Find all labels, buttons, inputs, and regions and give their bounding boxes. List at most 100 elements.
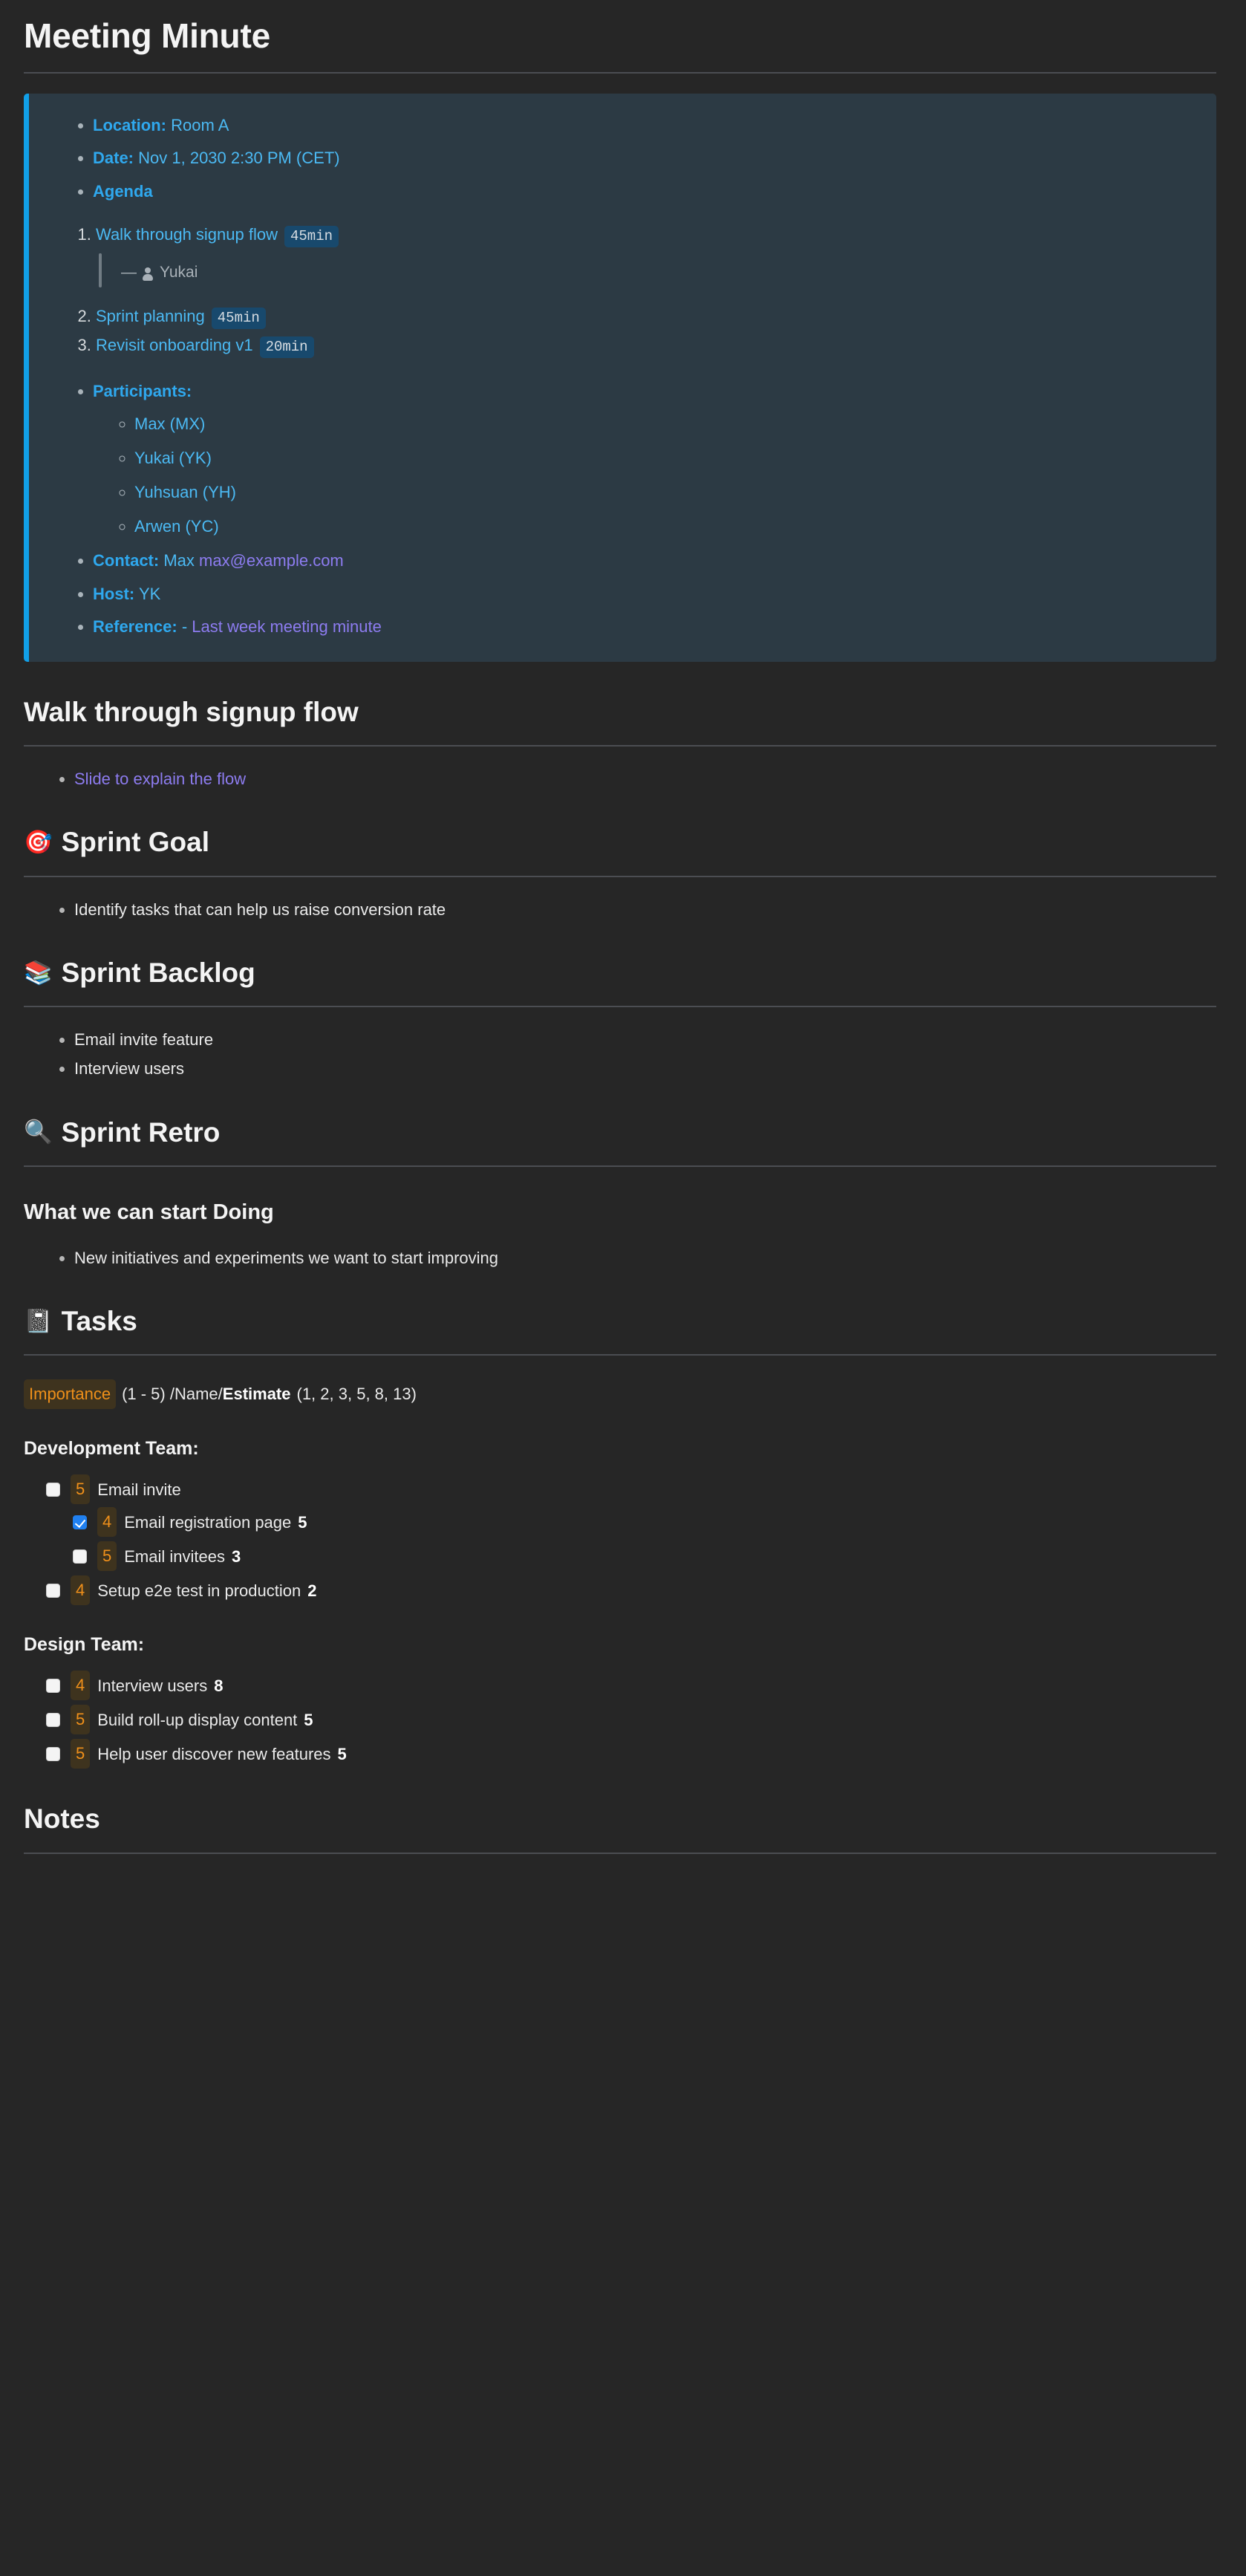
section-divider	[24, 1165, 1216, 1168]
task-row[interactable]: 5 Help user discover new features 5	[46, 1739, 1222, 1769]
participant-name: Yukai (YK)	[134, 449, 212, 468]
agenda-item-note: — Yukai	[96, 253, 1191, 288]
reference-label: Reference:	[93, 617, 177, 636]
development-team-task-list: 5 Email invite 4 Email registration page…	[24, 1474, 1222, 1606]
task-importance-badge: 4	[71, 1575, 91, 1606]
task-checkbox[interactable]	[46, 1678, 60, 1693]
task-name: Interview users	[97, 1676, 208, 1695]
agenda-duration-badge: 45min	[284, 225, 339, 247]
task-importance-badge: 5	[71, 1739, 91, 1769]
agenda-list: Walk through signup flow 45min — Yukai Sp…	[54, 222, 1191, 358]
agenda-item-title: Walk through signup flow	[96, 224, 278, 244]
reference-dash: -	[181, 617, 188, 636]
task-importance-badge: 5	[71, 1705, 91, 1735]
walkthrough-heading-text: Walk through signup flow	[24, 696, 359, 727]
host-row: Host: YK	[93, 582, 1191, 607]
task-importance-badge: 5	[71, 1474, 91, 1505]
agenda-item-title: Sprint planning	[96, 307, 205, 326]
agenda-item[interactable]: Sprint planning 45min	[96, 304, 1191, 330]
task-item: 5 Email invitees 3	[73, 1541, 1222, 1572]
participants-list: Max (MX) Yukai (YK) Yuhsuan (YH) Arwen (…	[93, 412, 1191, 539]
section-divider	[24, 1354, 1216, 1356]
section-heading-sprint-goal: 🎯 Sprint Goal	[24, 826, 1222, 859]
task-name: Email invitees	[124, 1546, 225, 1566]
agenda-item[interactable]: Walk through signup flow 45min — Yukai	[96, 222, 1191, 301]
host-label: Host:	[93, 584, 135, 603]
list-item: New initiatives and experiments we want …	[74, 1245, 1222, 1271]
agenda-duration-badge: 45min	[211, 308, 266, 330]
agenda-duration-badge: 20min	[259, 336, 314, 358]
participant-item: Arwen (YC)	[134, 514, 1191, 539]
subsection-heading-start-doing: What we can start Doing	[24, 1200, 274, 1225]
person-icon	[142, 267, 154, 282]
participant-item: Yukai (YK)	[134, 446, 1191, 471]
contact-email-link[interactable]: max@example.com	[199, 551, 344, 570]
document-page: Meeting Minute Location: Room A Date: No…	[0, 16, 1246, 1884]
task-item: 5 Help user discover new features 5	[46, 1739, 1222, 1769]
team-heading-design: Design Team:	[24, 1634, 145, 1656]
task-estimate: 2	[307, 1581, 317, 1600]
task-row[interactable]: 5 Email invite	[46, 1474, 1222, 1505]
location-value: Room A	[171, 116, 229, 135]
participant-name: Yuhsuan (YH)	[134, 483, 236, 502]
task-checkbox[interactable]	[73, 1549, 87, 1564]
section-heading-tasks: 📓 Tasks	[24, 1305, 1222, 1338]
agenda-item[interactable]: Revisit onboarding v1 20min	[96, 333, 1191, 358]
name-legend-label: Name	[174, 1385, 218, 1404]
walkthrough-list: Slide to explain the flow	[24, 766, 1222, 792]
task-row[interactable]: 5 Build roll-up display content 5	[46, 1705, 1222, 1735]
list-item: Email invite feature	[74, 1027, 1222, 1053]
task-checkbox[interactable]	[46, 1712, 60, 1727]
task-item: 4 Email registration page 5	[73, 1507, 1222, 1538]
note-spacer	[96, 287, 1191, 301]
contact-label: Contact:	[93, 551, 160, 570]
section-divider	[24, 745, 1216, 747]
task-checkbox[interactable]	[46, 1482, 60, 1497]
task-row[interactable]: 4 Setup e2e test in production 2	[46, 1575, 1222, 1606]
host-value: YK	[138, 584, 161, 603]
task-item: 4 Interview users 8	[46, 1671, 1222, 1701]
note-dash: —	[121, 264, 137, 282]
agenda-label: Agenda	[93, 181, 153, 201]
participant-name: Arwen (YC)	[134, 517, 219, 536]
reference-link[interactable]: Last week meeting minute	[192, 617, 382, 636]
info-agenda: Agenda	[93, 179, 1191, 204]
note-person-name: Yukai	[160, 264, 198, 282]
task-importance-badge: 5	[97, 1541, 117, 1572]
agenda-item-title: Revisit onboarding v1	[96, 335, 253, 354]
task-name: Email invite	[97, 1480, 181, 1499]
bottom-spacer	[24, 1854, 1222, 1884]
notes-heading-text: Notes	[24, 1803, 100, 1835]
sprint-goal-list: Identify tasks that can help us raise co…	[24, 897, 1222, 923]
meeting-info-callout: Location: Room A Date: Nov 1, 2030 2:30 …	[24, 94, 1216, 662]
section-divider	[24, 1006, 1216, 1008]
books-icon: 📚	[24, 959, 53, 986]
section-heading-notes: Notes	[24, 1803, 1222, 1835]
contact-name: Max	[163, 551, 195, 570]
list-item: Interview users	[74, 1056, 1222, 1082]
sprint-backlog-heading-text: Sprint Backlog	[61, 957, 255, 988]
notebook-icon: 📓	[24, 1307, 53, 1334]
task-checkbox[interactable]	[46, 1746, 60, 1761]
sprint-backlog-list: Email invite feature Interview users	[24, 1027, 1222, 1082]
participants-label: Participants:	[93, 381, 192, 400]
task-row[interactable]: 4 Interview users 8	[46, 1671, 1222, 1701]
tasks-heading-text: Tasks	[61, 1306, 137, 1336]
task-importance-badge: 4	[97, 1507, 117, 1538]
importance-legend-badge: Importance	[24, 1379, 117, 1410]
task-checkbox[interactable]	[46, 1583, 60, 1598]
task-estimate: 5	[337, 1744, 347, 1763]
section-heading-sprint-retro: 🔍 Sprint Retro	[24, 1116, 1222, 1149]
task-checkbox-checked[interactable]	[73, 1515, 87, 1529]
contact-row: Contact: Max max@example.com	[93, 548, 1191, 573]
magnifying-glass-icon: 🔍	[24, 1119, 53, 1145]
participants-block: Participants: Max (MX) Yukai (YK) Yuhsua…	[93, 379, 1191, 539]
start-doing-list: New initiatives and experiments we want …	[24, 1245, 1222, 1271]
participant-item: Yuhsuan (YH)	[134, 480, 1191, 505]
tasks-legend: Importance (1 - 5) / Name / Estimate (1,…	[24, 1379, 1222, 1410]
list-item[interactable]: Slide to explain the flow	[74, 766, 1222, 792]
task-row[interactable]: 5 Email invitees 3	[73, 1541, 1222, 1572]
task-row[interactable]: 4 Email registration page 5	[73, 1507, 1222, 1538]
estimate-range-text: (1, 2, 3, 5, 8, 13)	[296, 1385, 417, 1404]
task-estimate: 8	[214, 1676, 224, 1695]
